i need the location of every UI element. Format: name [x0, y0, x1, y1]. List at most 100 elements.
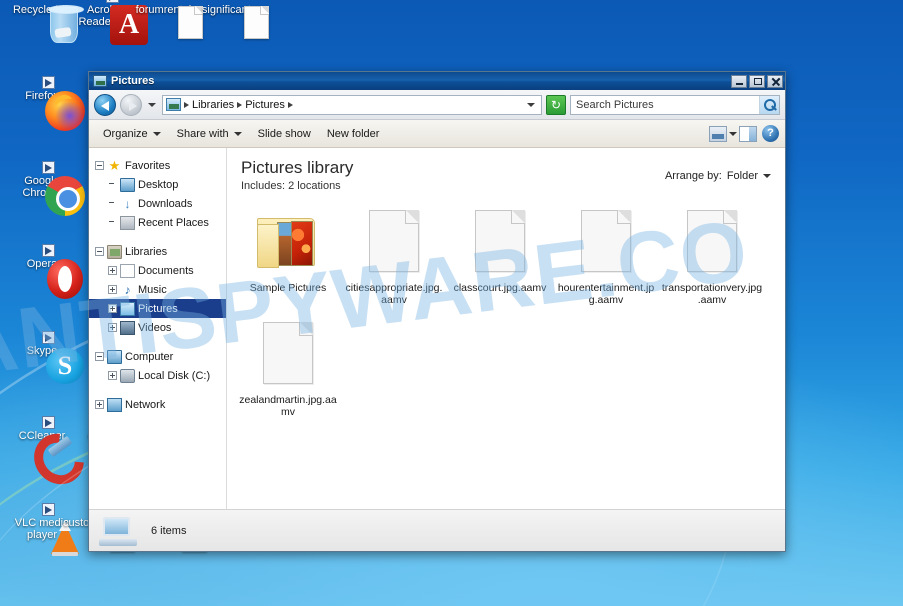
maximize-button[interactable] [749, 74, 765, 88]
expander-toggle-icon[interactable] [108, 218, 117, 227]
page-title: Pictures library [241, 158, 354, 177]
preview-pane-icon[interactable] [739, 125, 757, 142]
shortcut-overlay-icon [42, 161, 55, 174]
sidebar-item-documents[interactable]: Documents [89, 261, 226, 280]
expander-toggle-icon[interactable] [108, 371, 117, 380]
chevron-down-icon[interactable] [763, 174, 771, 178]
item-thumbnail [237, 204, 339, 278]
help-icon[interactable]: ? [762, 125, 779, 142]
recent-places-icon [120, 215, 135, 230]
arrange-by-value[interactable]: Folder [727, 170, 758, 182]
includes-locations-link[interactable]: 2 locations [288, 180, 341, 192]
desktop-icon[interactable]: forumrental... [130, 4, 206, 39]
expander-toggle-icon[interactable] [95, 400, 104, 409]
breadcrumb-bar[interactable]: Libraries Pictures [162, 94, 542, 115]
address-dropdown-icon[interactable] [527, 102, 535, 107]
nav-group-favorites[interactable]: ★ Favorites [89, 156, 226, 175]
computer-icon [99, 516, 137, 546]
desktop-icon[interactable]: significantp... [196, 4, 272, 39]
sidebar-item-label: Documents [138, 264, 194, 277]
refresh-button[interactable]: ↻ [546, 94, 566, 115]
command-toolbar[interactable]: Organize Share with Slide show New folde… [89, 120, 785, 148]
expander-toggle-icon[interactable] [108, 285, 117, 294]
nav-group-gap [89, 337, 226, 347]
chevron-right-icon [237, 101, 243, 108]
item-label: hourentertainment.jpg.aamv [557, 282, 655, 306]
share-with-label: Share with [176, 127, 229, 140]
window-title: Pictures [111, 75, 155, 87]
sidebar-item-downloads[interactable]: ↓ Downloads [89, 194, 226, 213]
organize-label: Organize [103, 127, 148, 140]
file-item[interactable]: zealandmartin.jpg.aamv [235, 312, 341, 424]
share-with-button[interactable]: Share with [169, 125, 250, 143]
sidebar-item-videos[interactable]: Videos [89, 318, 226, 337]
item-thumbnail [343, 204, 445, 278]
shortcut-overlay-icon [42, 416, 55, 429]
item-count: 6 items [151, 524, 187, 537]
nav-group-computer[interactable]: Computer [89, 347, 226, 366]
navigation-pane[interactable]: ★ Favorites Desktop ↓ Downloads Recent Places… [89, 148, 227, 509]
file-item[interactable]: classcourt.jpg.aamv [447, 200, 553, 312]
back-button[interactable] [94, 93, 116, 116]
new-folder-button[interactable]: New folder [319, 125, 388, 143]
expander-toggle-icon[interactable] [108, 180, 117, 189]
file-item[interactable]: transportationvery.jpg.aamv [659, 200, 765, 312]
expander-toggle-icon[interactable] [108, 199, 117, 208]
sidebar-item-label: Videos [138, 321, 172, 334]
folder-item[interactable]: Sample Pictures [235, 200, 341, 312]
content-pane[interactable]: Pictures library Includes: 2 locations A… [227, 148, 785, 509]
sidebar-item-label: Recent Places [138, 216, 209, 229]
sidebar-item-label: Local Disk (C:) [138, 369, 211, 382]
search-input[interactable]: Search Pictures [576, 99, 759, 111]
sidebar-item-local-disk-c[interactable]: Local Disk (C:) [89, 366, 226, 385]
documents-icon [120, 263, 135, 278]
item-thumbnail [661, 204, 763, 278]
recent-pages-dropdown[interactable] [146, 94, 158, 116]
videos-icon [120, 320, 135, 335]
breadcrumb-pictures[interactable]: Pictures [245, 99, 285, 111]
expander-toggle-icon[interactable] [95, 161, 104, 170]
window-titlebar[interactable]: Pictures [89, 72, 785, 90]
window-buttons [731, 74, 783, 88]
explorer-window[interactable]: Pictures Libraries Pictures ↻ Search Pic… [88, 71, 786, 552]
chevron-down-icon[interactable] [729, 131, 737, 136]
expander-toggle-icon[interactable] [95, 247, 104, 256]
expander-toggle-icon[interactable] [108, 323, 117, 332]
breadcrumb-libraries[interactable]: Libraries [192, 99, 234, 111]
organize-button[interactable]: Organize [95, 125, 169, 143]
item-label: Sample Pictures [249, 282, 327, 294]
close-button[interactable] [767, 74, 783, 88]
arrange-by-label: Arrange by: [664, 170, 722, 182]
search-icon[interactable] [759, 95, 779, 114]
expander-toggle-icon[interactable] [108, 266, 117, 275]
folder-icon [257, 214, 319, 268]
breadcrumb-root-icon[interactable] [166, 98, 181, 111]
item-thumbnail [555, 204, 657, 278]
file-list[interactable]: Sample Pictures citiesappropriate.jpg.aam… [227, 198, 785, 424]
sidebar-item-recent-places[interactable]: Recent Places [89, 213, 226, 232]
desktop[interactable]: Recycle Bin A Acrobat Reader DC forumrental… [0, 0, 903, 606]
music-icon: ♪ [124, 282, 131, 297]
sidebar-item-pictures[interactable]: Pictures [89, 299, 226, 318]
window-body: ★ Favorites Desktop ↓ Downloads Recent Places… [89, 148, 785, 509]
change-view-icon[interactable] [709, 125, 727, 142]
nav-group-gap [89, 232, 226, 242]
forward-button[interactable] [120, 93, 142, 116]
sidebar-item-label: Music [138, 283, 167, 296]
nav-group-libraries[interactable]: Libraries [89, 242, 226, 261]
sidebar-item-label: Pictures [138, 302, 178, 315]
sidebar-item-music[interactable]: ♪ Music [89, 280, 226, 299]
file-item[interactable]: citiesappropriate.jpg.aamv [341, 200, 447, 312]
shortcut-overlay-icon [106, 0, 119, 3]
sidebar-item-desktop[interactable]: Desktop [89, 175, 226, 194]
nav-group-network[interactable]: Network [89, 395, 226, 414]
expander-toggle-icon[interactable] [95, 352, 104, 361]
address-bar[interactable]: Libraries Pictures ↻ Search Pictures [89, 90, 785, 120]
expander-toggle-icon[interactable] [108, 304, 117, 313]
item-thumbnail [237, 316, 339, 390]
file-item[interactable]: hourentertainment.jpg.aamv [553, 200, 659, 312]
minimize-button[interactable] [731, 74, 747, 88]
arrange-by-control[interactable]: Arrange by: Folder [665, 170, 771, 182]
search-box[interactable]: Search Pictures [570, 94, 780, 115]
slide-show-button[interactable]: Slide show [250, 125, 319, 143]
